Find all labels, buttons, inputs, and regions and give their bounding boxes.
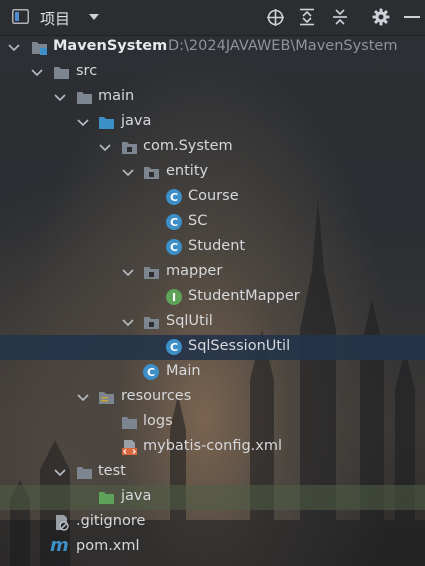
chevron-down-icon[interactable] — [53, 91, 67, 105]
chevron-down-icon[interactable] — [7, 41, 21, 55]
tree-label: main — [98, 88, 135, 104]
tree-label: mybatis-config.xml — [143, 438, 283, 454]
package-icon — [144, 317, 159, 329]
tree-label: Course — [188, 188, 239, 204]
tree-label: Main — [166, 363, 201, 379]
chevron-down-icon[interactable] — [121, 166, 135, 180]
project-tool-window: 项目 MavenSystem D:\2024JAVAWEB\MavenSyste… — [0, 0, 425, 566]
test-folder-icon — [99, 492, 114, 504]
tree-label: test — [98, 463, 126, 479]
tree-label: SC — [188, 213, 208, 229]
tree-label: com.System — [143, 138, 233, 154]
tree-row-test[interactable]: test — [0, 460, 425, 485]
tree-row-logs[interactable]: logs — [0, 410, 425, 435]
project-path: D:\2024JAVAWEB\MavenSystem — [168, 38, 398, 54]
class-icon: C — [166, 214, 182, 230]
chevron-down-icon[interactable] — [98, 141, 112, 155]
tree-label: mapper — [166, 263, 223, 279]
tree-label: SqlSessionUtil — [188, 338, 291, 354]
tree-row-resources[interactable]: resources — [0, 385, 425, 410]
chevron-down-icon[interactable] — [30, 66, 44, 80]
tree-label: SqlUtil — [166, 313, 213, 329]
tree-row-package-sqlutil[interactable]: SqlUtil — [0, 310, 425, 335]
package-icon — [144, 267, 159, 279]
xml-file-icon — [122, 440, 137, 455]
tree-label: Student — [188, 238, 246, 254]
tool-window-header: 项目 — [0, 0, 425, 36]
tree-label: resources — [121, 388, 192, 404]
source-folder-icon — [99, 117, 114, 129]
class-icon: C — [166, 339, 182, 355]
folder-icon — [77, 92, 92, 104]
module-folder-icon — [32, 42, 47, 55]
chevron-down-icon[interactable] — [53, 466, 67, 480]
package-icon — [122, 142, 137, 154]
class-icon: C — [143, 364, 159, 380]
tree-row-class-course[interactable]: C Course — [0, 185, 425, 210]
tree-label: entity — [166, 163, 209, 179]
tree-row-class-sc[interactable]: C SC — [0, 210, 425, 235]
tree-label: java — [121, 113, 152, 129]
minimize-icon[interactable] — [402, 7, 422, 27]
locate-icon[interactable] — [265, 7, 285, 27]
tree-row-java-source[interactable]: java — [0, 110, 425, 135]
interface-icon: I — [166, 289, 182, 305]
chevron-down-icon[interactable] — [76, 116, 90, 130]
tree-label: src — [76, 63, 98, 79]
tree-label: pom.xml — [76, 538, 140, 554]
chevron-down-icon[interactable] — [121, 316, 135, 330]
chevron-down-icon[interactable] — [121, 266, 135, 280]
class-icon: C — [166, 189, 182, 205]
tree-row-gitignore[interactable]: .gitignore — [0, 510, 425, 535]
tree-row-root[interactable]: MavenSystem D:\2024JAVAWEB\MavenSystem — [0, 35, 425, 60]
tree-row-class-sqlsessionutil[interactable]: C SqlSessionUtil — [0, 335, 425, 360]
tree-label: logs — [143, 413, 173, 429]
tree-row-package-entity[interactable]: entity — [0, 160, 425, 185]
folder-icon — [122, 417, 137, 429]
folder-icon — [54, 67, 69, 79]
class-icon: C — [166, 239, 182, 255]
tree-label: StudentMapper — [188, 288, 300, 304]
maven-icon: m — [50, 535, 69, 556]
tree-row-pom[interactable]: m pom.xml — [0, 535, 425, 560]
tree-row-main[interactable]: main — [0, 85, 425, 110]
folder-icon — [77, 467, 92, 479]
tree-row-mybatis-config[interactable]: mybatis-config.xml — [0, 435, 425, 460]
tree-row-package-com-system[interactable]: com.System — [0, 135, 425, 160]
resources-folder-icon — [99, 392, 114, 404]
tree-row-interface-studentmapper[interactable]: I StudentMapper — [0, 285, 425, 310]
tool-window-title[interactable]: 项目 — [40, 8, 70, 29]
tree-row-class-student[interactable]: C Student — [0, 235, 425, 260]
expand-all-icon[interactable] — [297, 7, 317, 27]
collapse-all-icon[interactable] — [330, 7, 350, 27]
tree-row-java-test[interactable]: java — [0, 485, 425, 510]
gear-icon[interactable] — [371, 7, 391, 27]
tree-row-package-mapper[interactable]: mapper — [0, 260, 425, 285]
tree-label: .gitignore — [76, 513, 146, 529]
tree-row-class-main[interactable]: C Main — [0, 360, 425, 385]
package-icon — [144, 167, 159, 179]
ignore-file-icon — [56, 515, 69, 531]
dropdown-icon[interactable] — [87, 11, 101, 23]
chevron-down-icon[interactable] — [76, 391, 90, 405]
tree-row-src[interactable]: src — [0, 60, 425, 85]
tool-window-icon[interactable] — [12, 9, 29, 24]
tree-label: java — [121, 488, 152, 504]
project-name: MavenSystem — [53, 38, 168, 54]
